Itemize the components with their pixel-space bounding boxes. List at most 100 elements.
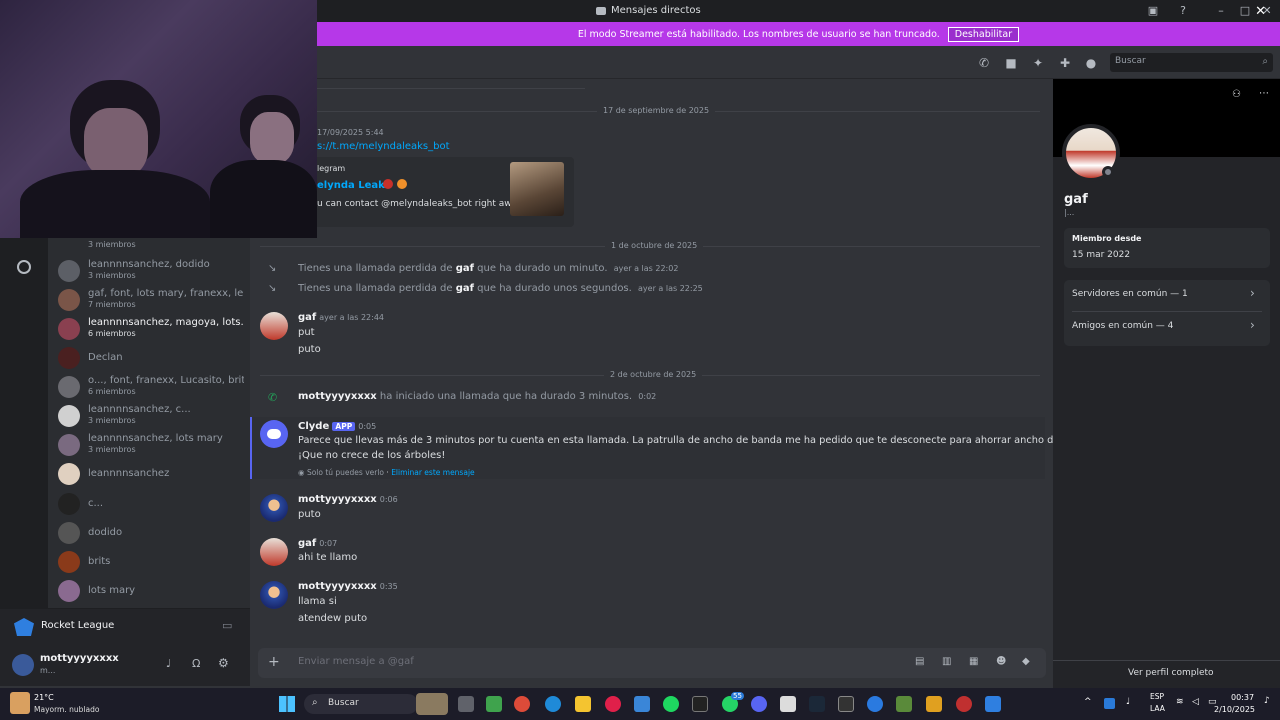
avatar: [58, 318, 80, 340]
notifications-bell-icon[interactable]: ♪: [1264, 696, 1270, 706]
notification-badge: 55: [731, 692, 744, 700]
add-friends-icon[interactable]: ✚: [1058, 56, 1072, 70]
message-content: ahi te llamo: [298, 552, 358, 563]
app-badge: APP: [332, 422, 356, 431]
tray-mic-icon[interactable]: ♩: [1126, 697, 1130, 707]
epic-launcher-icon[interactable]: [838, 696, 854, 712]
activity-panel[interactable]: Rocket League ▭: [0, 608, 250, 644]
mutual-servers-row[interactable]: Servidores en común — 1 ›: [1064, 280, 1270, 310]
video-icon[interactable]: ■: [1004, 56, 1018, 70]
dm-item[interactable]: c...: [58, 491, 246, 517]
dm-item[interactable]: o..., font, franexx, Lucasito, brits 6 mi…: [58, 374, 246, 400]
dm-item[interactable]: lots mary: [58, 578, 246, 604]
dm-item[interactable]: leannnnsanchez, dodido 3 miembros: [58, 258, 246, 284]
delete-message-link[interactable]: Eliminar este mensaje: [391, 468, 474, 477]
minecraft-launcher-icon[interactable]: [896, 696, 912, 712]
call-icon[interactable]: ✆: [977, 56, 991, 70]
browser-icon[interactable]: [867, 696, 883, 712]
close-banner-icon[interactable]: ✕: [1255, 4, 1266, 19]
missed-call-icon: ↘: [268, 283, 277, 294]
settings-gear-icon[interactable]: ⚙: [218, 656, 229, 670]
dm-item[interactable]: dodido: [58, 520, 246, 546]
chrome-icon[interactable]: [514, 696, 530, 712]
microphone-icon[interactable]: ♩: [166, 657, 171, 670]
eye-icon: ◉: [298, 468, 305, 477]
volume-icon[interactable]: ◁: [1192, 697, 1199, 707]
minimize-button[interactable]: –: [1212, 3, 1230, 19]
maximize-button[interactable]: □: [1236, 3, 1254, 19]
peach-emoji-icon: [397, 179, 407, 189]
language-indicator[interactable]: ESP: [1150, 692, 1164, 701]
apps-icon[interactable]: ◆: [1022, 656, 1030, 667]
microsoft-store-icon[interactable]: [634, 696, 650, 712]
more-options-icon[interactable]: ⋯: [1259, 88, 1269, 99]
message-input[interactable]: Enviar mensaje a @gaf: [298, 656, 414, 667]
dm-item[interactable]: Declan: [58, 345, 246, 371]
edge-icon[interactable]: [545, 696, 561, 712]
clyde-avatar[interactable]: [260, 420, 288, 448]
clock-time[interactable]: 00:37: [1231, 693, 1254, 702]
mutual-friends-row[interactable]: Amigos en común — 4 ›: [1064, 312, 1270, 342]
server-rail: [0, 238, 48, 608]
view-full-profile-link[interactable]: Ver perfil completo: [1128, 668, 1214, 678]
message-link[interactable]: s://t.me/melyndaleaks_bot: [317, 141, 450, 152]
screen-icon[interactable]: ▭: [222, 619, 232, 632]
status-indicator: [1102, 166, 1114, 178]
windows-start-icon[interactable]: [279, 696, 295, 712]
steam-icon[interactable]: [809, 696, 825, 712]
dm-item[interactable]: gaf, font, lots mary, franexx, le... 7 mi…: [58, 287, 246, 313]
tray-chevron-icon[interactable]: ^: [1084, 697, 1092, 707]
dm-icon: [596, 6, 606, 15]
embed-title[interactable]: elynda Leaks: [317, 180, 391, 191]
notepad-icon[interactable]: [780, 696, 796, 712]
avatar: [58, 434, 80, 456]
disable-streamer-button[interactable]: Deshabilitar: [947, 26, 1020, 42]
chevron-right-icon: ›: [1250, 318, 1255, 332]
dm-item[interactable]: leannnnsanchez, c... 3 miembros: [58, 403, 246, 429]
emoji-icon[interactable]: ☻: [996, 656, 1006, 667]
dm-item[interactable]: brits: [58, 549, 246, 575]
search-input[interactable]: Buscar ⌕: [1110, 53, 1273, 72]
add-friend-icon[interactable]: ⚇: [1232, 89, 1241, 100]
spotify-icon[interactable]: [663, 696, 679, 712]
dm-item[interactable]: leannnnsanchez: [58, 461, 246, 487]
taskbar-search[interactable]: ⌕ Buscar: [304, 694, 418, 714]
pin-icon[interactable]: ✦: [1031, 56, 1045, 70]
task-view-icon[interactable]: [458, 696, 474, 712]
avatar: [58, 551, 80, 573]
dm-item[interactable]: leannnnsanchez, lots mary 3 miembros: [58, 432, 246, 458]
user-profile-icon[interactable]: ●: [1084, 56, 1098, 70]
sticker-icon[interactable]: ▦: [969, 656, 978, 667]
message-header: mottyyyyxxxx 0:06: [298, 494, 398, 505]
app-icon[interactable]: [926, 696, 942, 712]
avatar[interactable]: [260, 494, 288, 522]
dm-item[interactable]: leannnnsanchez, magoya, lots... 6 miembro…: [58, 316, 246, 342]
avatar[interactable]: [260, 538, 288, 566]
headphones-icon[interactable]: Ω: [192, 657, 200, 670]
avatar[interactable]: [12, 654, 34, 676]
wifi-icon[interactable]: ≋: [1176, 697, 1184, 707]
attach-plus-icon[interactable]: +: [268, 654, 280, 670]
discord-icon[interactable]: [751, 696, 767, 712]
inbox-icon[interactable]: ▣: [1144, 3, 1162, 19]
gift-icon[interactable]: ▤: [915, 656, 924, 667]
no-entry-emoji-icon: [383, 179, 393, 189]
minecraft-icon[interactable]: [486, 696, 502, 712]
avatar[interactable]: [260, 581, 288, 609]
activity-game: Rocket League: [41, 620, 115, 631]
embed-thumbnail[interactable]: [510, 162, 564, 216]
file-explorer-icon[interactable]: [575, 696, 591, 712]
weather-icon[interactable]: [10, 692, 30, 714]
opera-icon[interactable]: [605, 696, 621, 712]
help-icon[interactable]: ?: [1174, 3, 1192, 19]
embed-provider: legram: [317, 164, 346, 173]
epic-games-icon[interactable]: [692, 696, 708, 712]
rocket-league-taskbar-icon[interactable]: [985, 696, 1001, 712]
profile-status: |...: [1064, 208, 1075, 217]
tray-icon[interactable]: [1104, 698, 1115, 709]
app-icon[interactable]: [956, 696, 972, 712]
discover-icon[interactable]: [17, 260, 31, 274]
gif-icon[interactable]: ▥: [942, 656, 951, 667]
avatar[interactable]: [260, 312, 288, 340]
message-composer: + Enviar mensaje a @gaf ▤ ▥ ▦ ☻ ◆: [258, 648, 1046, 678]
